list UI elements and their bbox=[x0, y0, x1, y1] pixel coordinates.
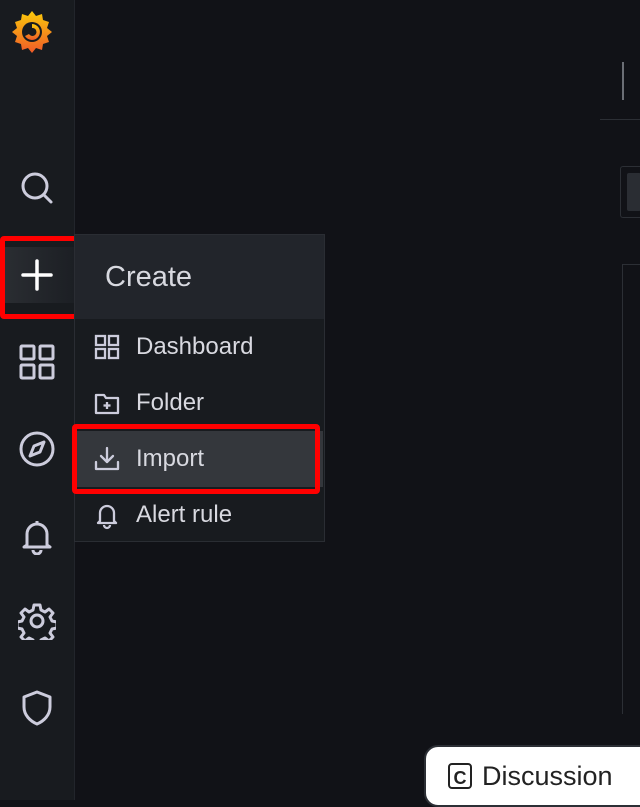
menu-item-alert-rule[interactable]: Alert rule bbox=[75, 487, 323, 543]
dashboards-icon bbox=[19, 344, 55, 380]
menu-item-label: Alert rule bbox=[136, 501, 233, 528]
nav-dashboards[interactable] bbox=[0, 334, 74, 390]
grafana-logo-icon[interactable] bbox=[7, 7, 57, 57]
content-panel-fragment bbox=[622, 264, 640, 714]
import-highlight-box bbox=[72, 424, 320, 494]
nav-configuration[interactable] bbox=[0, 593, 74, 649]
nav-alerting[interactable] bbox=[0, 508, 74, 564]
search-input-fragment[interactable] bbox=[620, 166, 640, 218]
menu-item-folder[interactable]: Folder bbox=[75, 375, 323, 431]
search-icon bbox=[21, 172, 53, 204]
create-menu: Create Dashboard Folder Import Alert rul… bbox=[74, 234, 325, 542]
bell-icon bbox=[22, 521, 52, 555]
nav-search[interactable] bbox=[0, 160, 74, 216]
page-title-fragment bbox=[622, 62, 640, 102]
shield-icon bbox=[22, 690, 52, 726]
compass-icon bbox=[19, 431, 55, 467]
discussion-button[interactable]: C Discussion bbox=[424, 745, 640, 807]
menu-item-dashboard[interactable]: Dashboard bbox=[75, 319, 323, 375]
dashboard-grid-icon bbox=[92, 332, 122, 362]
sidebar bbox=[0, 0, 75, 800]
bell-icon bbox=[92, 500, 122, 530]
copyright-c-icon: C bbox=[448, 763, 472, 789]
nav-explore[interactable] bbox=[0, 421, 74, 477]
folder-plus-icon bbox=[92, 388, 122, 418]
create-menu-title: Create bbox=[75, 235, 324, 319]
discussion-label: Discussion bbox=[482, 760, 613, 791]
menu-item-label: Folder bbox=[136, 389, 205, 416]
menu-item-label: Dashboard bbox=[136, 333, 254, 360]
nav-server-admin[interactable] bbox=[0, 680, 74, 736]
header-divider bbox=[600, 119, 640, 120]
gear-icon bbox=[18, 603, 56, 640]
